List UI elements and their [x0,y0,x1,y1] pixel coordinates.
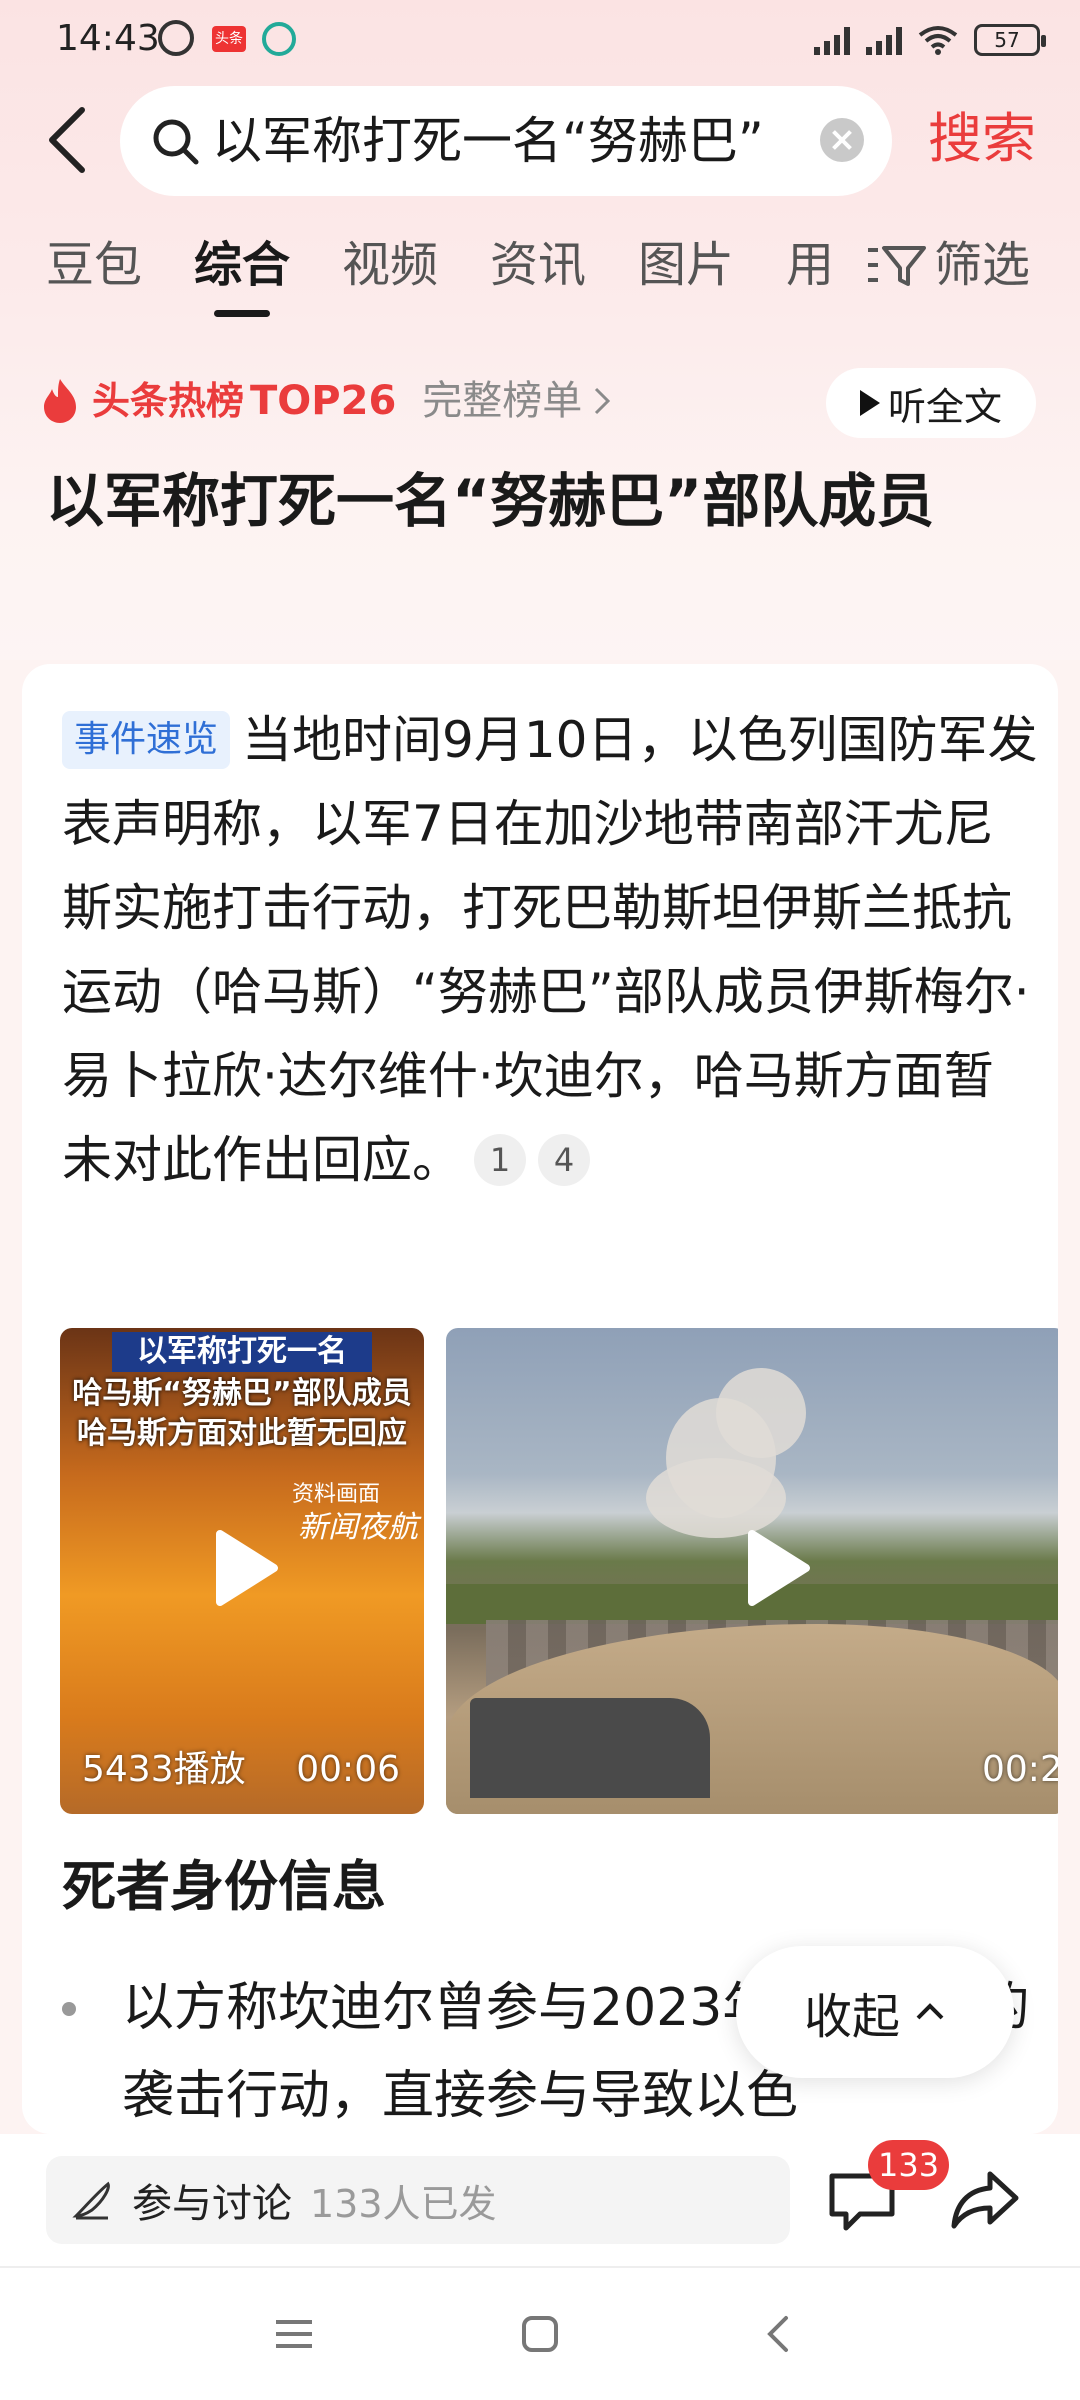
discussion-label: 参与讨论 [132,2181,292,2227]
wifi-icon [918,26,958,55]
event-badge: 事件速览 [62,711,231,769]
video-caption-line3: 哈马斯方面对此暂无回应 [77,1416,407,1451]
flame-icon [44,379,76,423]
mobile-network-icon [262,22,296,56]
status-bar: 14:43 头条 57 [0,0,1080,80]
clear-icon[interactable] [820,118,864,162]
search-tabs: 豆包 综合 视频 资讯 图片 用 筛选 [0,228,1080,318]
chevron-right-icon [595,387,611,415]
smoke-plume [646,1458,786,1538]
active-tab-indicator [214,310,270,317]
summary-text: 当地时间9月10日，以色列国防军发表声明称，以军7日在加沙地带南部汗尤尼斯实施打… [62,711,1038,1189]
news-logo: 新闻夜航 [298,1510,418,1545]
listen-label: 听全文 [887,384,1002,429]
comment-count-badge: 133 [868,2140,950,2190]
play-icon[interactable] [742,1528,812,1608]
full-list-link[interactable]: 完整榜单 [422,373,582,429]
bottom-action-bar: 参与讨论 133人已发 133 [0,2134,1080,2268]
tab-users[interactable]: 用 [786,232,834,298]
alarm-icon [158,20,194,56]
app-notification-icon: 头条 [212,26,246,52]
tab-comprehensive[interactable]: 综合 [194,232,290,298]
video-thumbnail-1[interactable]: 以军称打死一名 哈马斯“努赫巴”部队成员 哈马斯方面对此暂无回应 资料画面 新闻… [60,1328,424,1814]
tab-doubao[interactable]: 豆包 [46,232,142,298]
video-duration: 00:06 [296,1749,400,1790]
page-title: 以军称打死一名“努赫巴”部队成员 [46,467,935,535]
bullet-dot [62,2002,76,2016]
status-time: 14:43 [56,18,160,59]
discussion-input[interactable]: 参与讨论 133人已发 [46,2156,790,2244]
system-navigation-bar [0,2270,1080,2400]
back-arrow-icon[interactable] [38,100,98,180]
discussion-count: 133人已发 [310,2181,497,2226]
hot-rank: TOP26 [250,378,397,424]
signal-icon [814,25,850,55]
hot-list-row[interactable]: 头条热榜 TOP26 完整榜单 [40,366,612,436]
video-duration: 00:2 [982,1749,1058,1790]
video-views: 5433播放 [82,1749,246,1790]
filter-button[interactable]: 筛选 [864,232,1030,298]
back-icon[interactable] [756,2310,804,2358]
search-icon [153,119,199,165]
hot-list-label: 头条热榜 [92,379,245,423]
battery-icon: 57 [974,24,1046,56]
collapse-button[interactable]: 收起 [736,1946,1014,2078]
tent [470,1698,710,1798]
search-button[interactable]: 搜索 [928,104,1036,174]
home-icon[interactable] [516,2310,564,2358]
tab-video[interactable]: 视频 [342,232,438,298]
tab-news[interactable]: 资讯 [490,232,586,298]
section-title: 死者身份信息 [62,1855,386,1918]
smoke-plume [716,1368,806,1458]
event-summary: 事件速览 当地时间9月10日，以色列国防军发表声明称，以军7日在加沙地带南部汗尤尼… [62,698,1042,1202]
search-input[interactable]: 以军称打死一名“努赫巴” [120,86,892,196]
tab-images[interactable]: 图片 [638,232,734,298]
video-caption-line2: 哈马斯“努赫巴”部队成员 [72,1376,412,1411]
pen-icon [72,2181,110,2220]
signal-icon-2 [866,25,902,55]
status-icons: 57 [814,16,1046,64]
video-caption-line1: 以军称打死一名 [112,1332,372,1372]
filter-icon [868,246,926,286]
chevron-up-icon [916,2003,944,2020]
video-thumbnail-2[interactable]: 00:2 [446,1328,1058,1814]
listen-full-text-button[interactable]: 听全文 [826,368,1036,438]
play-icon[interactable] [210,1528,280,1608]
citation-1[interactable]: 1 [474,1134,526,1186]
filter-label: 筛选 [934,237,1031,293]
citation-2[interactable]: 4 [538,1134,590,1186]
menu-icon[interactable] [270,2310,318,2358]
search-query-text[interactable]: 以军称打死一名“努赫巴” [212,108,812,174]
play-icon [859,390,880,416]
collapse-label: 收起 [803,1989,900,2045]
event-summary-card: 事件速览 当地时间9月10日，以色列国防军发表声明称，以军7日在加沙地带南部汗尤尼… [22,664,1058,2134]
share-icon[interactable] [950,2168,1020,2232]
